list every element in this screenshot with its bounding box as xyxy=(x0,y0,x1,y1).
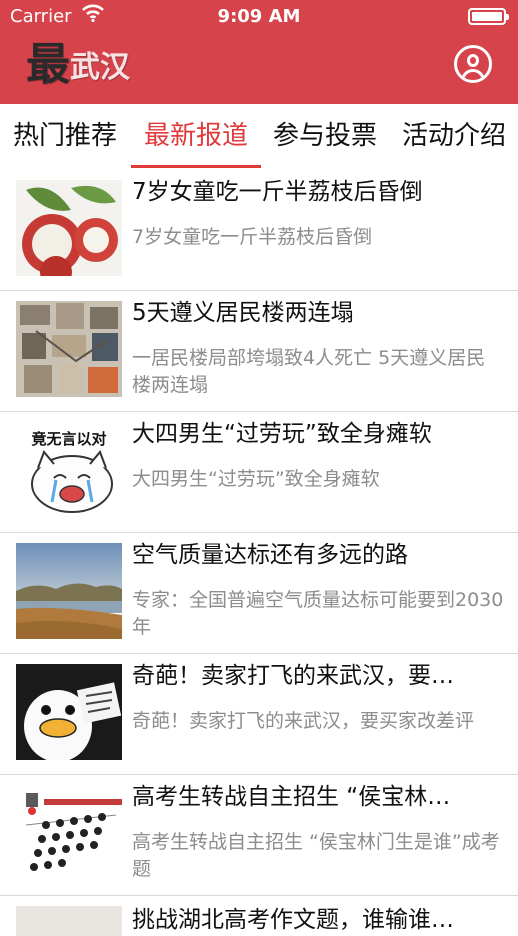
app-logo: 最 武汉 xyxy=(26,39,130,92)
news-title: 空气质量达标还有多远的路 xyxy=(132,542,408,568)
news-title: 5天遵义居民楼两连塌 xyxy=(132,300,354,326)
battery-icon xyxy=(468,8,509,25)
news-title: 大四男生“过劳玩”致全身瘫软 xyxy=(132,421,432,447)
news-thumbnail xyxy=(16,543,122,639)
news-item[interactable]: 竟无言以对 大四男生“过劳玩”致全身瘫软 大四男生“过劳玩”致全身瘫软 xyxy=(0,412,518,533)
logo-main-text: 最 xyxy=(26,39,70,90)
clock: 9:09 AM xyxy=(217,6,301,27)
news-thumbnail: 竟无言以对 xyxy=(16,422,122,518)
news-item[interactable]: 奇葩！卖家打飞的来武汉，要… 奇葩！卖家打飞的来武汉，要买家改差评 xyxy=(0,654,518,775)
news-summary: 专家：全国普遍空气质量达标可能要到2030年 xyxy=(132,589,504,638)
user-profile-icon[interactable] xyxy=(454,45,492,83)
news-thumbnail xyxy=(16,664,122,760)
logo-city-text: 武汉 xyxy=(70,50,130,85)
news-title: 高考生转战自主招生 “侯宝林… xyxy=(132,784,451,810)
tab-latest[interactable]: 最新报道 xyxy=(134,114,258,162)
tab-vote[interactable]: 参与投票 xyxy=(264,114,386,162)
news-list: 7岁女童吃一斤半荔枝后昏倒 7岁女童吃一斤半荔枝后昏倒 5天遵义居民楼两连塌 一… xyxy=(0,170,518,936)
news-item[interactable]: 挑战湖北高考作文题，谁输谁… xyxy=(0,896,518,936)
news-item[interactable]: 5天遵义居民楼两连塌 一居民楼局部垮塌致4人死亡 5天遵义居民楼两连塌 xyxy=(0,291,518,412)
news-summary: 高考生转战自主招生 “侯宝林门生是谁”成考题 xyxy=(132,831,500,880)
news-thumbnail xyxy=(16,785,122,881)
tab-hot[interactable]: 热门推荐 xyxy=(6,114,124,162)
news-thumbnail xyxy=(16,180,122,276)
active-tab-indicator xyxy=(131,165,261,168)
news-thumbnail xyxy=(16,301,122,397)
news-summary: 奇葩！卖家打飞的来武汉，要买家改差评 xyxy=(132,710,475,732)
news-item[interactable]: 高考生转战自主招生 “侯宝林… 高考生转战自主招生 “侯宝林门生是谁”成考题 xyxy=(0,775,518,896)
news-item[interactable]: 空气质量达标还有多远的路 专家：全国普遍空气质量达标可能要到2030年 xyxy=(0,533,518,654)
news-title: 挑战湖北高考作文题，谁输谁… xyxy=(132,907,454,933)
tab-events[interactable]: 活动介绍 xyxy=(392,114,516,162)
news-summary: 大四男生“过劳玩”致全身瘫软 xyxy=(132,468,380,490)
category-tabs: 热门推荐 最新报道 参与投票 活动介绍 xyxy=(0,104,518,171)
news-thumbnail xyxy=(16,906,122,936)
app-header: Carrier 9:09 AM 最 武汉 xyxy=(0,0,518,104)
news-summary: 7岁女童吃一斤半荔枝后昏倒 xyxy=(132,226,373,248)
news-summary: 一居民楼局部垮塌致4人死亡 5天遵义居民楼两连塌 xyxy=(132,347,486,396)
news-title: 奇葩！卖家打飞的来武汉，要… xyxy=(132,663,454,689)
news-item[interactable]: 7岁女童吃一斤半荔枝后昏倒 7岁女童吃一斤半荔枝后昏倒 xyxy=(0,170,518,291)
meme-caption: 竟无言以对 xyxy=(31,430,106,448)
status-bar: Carrier 9:09 AM xyxy=(0,0,518,34)
news-title: 7岁女童吃一斤半荔枝后昏倒 xyxy=(132,179,423,205)
